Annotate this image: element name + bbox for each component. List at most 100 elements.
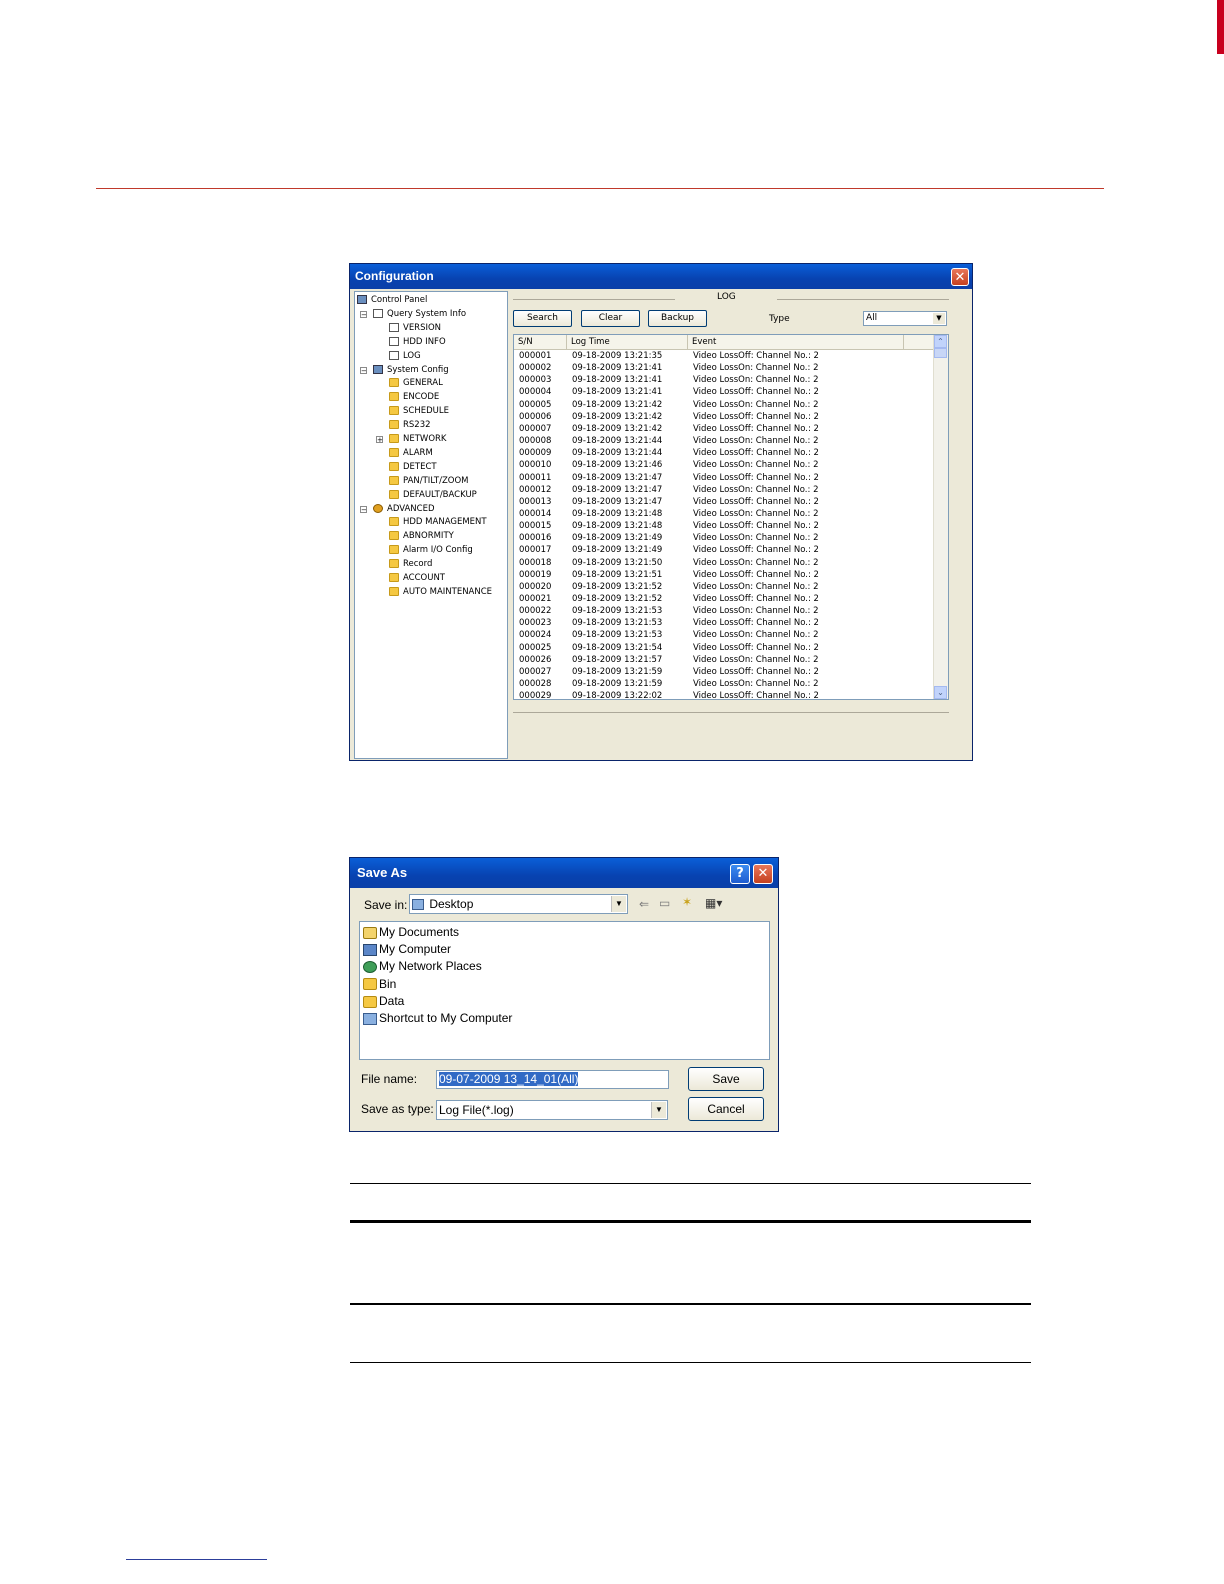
chevron-down-icon[interactable]: ▼ [651,1102,666,1118]
table-row[interactable]: 000022 09-18-2009 13:21:53 Video LossOn: C… [514,605,934,617]
list-item[interactable]: My Computer [363,941,451,958]
search-button[interactable]: Search [513,310,572,327]
cell-log-time: 09-18-2009 13:21:41 [572,375,663,386]
tree-item[interactable]: LOG [389,350,421,363]
save-as-type-label: Save as type: [361,1102,434,1116]
close-icon[interactable]: ✕ [753,864,773,884]
tree-item[interactable]: SCHEDULE [389,405,449,418]
tree-item[interactable]: Query System Info [373,308,466,321]
list-item[interactable]: Bin [363,976,396,993]
cell-event: Video LossOff: Channel No.: 2 [693,594,819,604]
table-row[interactable]: 000014 09-18-2009 13:21:48 Video LossOn: C… [514,508,934,520]
cell-log-time: 09-18-2009 13:21:51 [572,569,663,580]
save-as-type-select[interactable]: Log File(*.log) ▼ [436,1100,668,1120]
scroll-down-icon[interactable]: ⌄ [934,686,947,699]
tree-item[interactable]: DEFAULT/BACKUP [389,489,477,502]
help-icon[interactable]: ? [730,864,750,884]
file-name-field[interactable]: 09-07-2009 13_14_01(All) [436,1070,669,1089]
cell-event: Video LossOff: Channel No.: 2 [693,387,819,398]
table-row[interactable]: 000026 09-18-2009 13:21:57 Video LossOn: C… [514,654,934,666]
tree-item[interactable]: HDD INFO [389,336,446,349]
save-in-contents[interactable]: My Documents My Computer My Network Places… [359,921,770,1060]
tree-item[interactable]: NETWORK [389,433,447,446]
table-row[interactable]: 000023 09-18-2009 13:21:53 Video LossOff: … [514,617,934,629]
table-row[interactable]: 000010 09-18-2009 13:21:46 Video LossOn: C… [514,459,934,471]
configuration-title-bar[interactable]: Configuration [350,264,972,289]
table-row[interactable]: 000018 09-18-2009 13:21:50 Video LossOn: C… [514,557,934,569]
list-item[interactable]: My Network Places [363,958,482,975]
close-icon[interactable]: ✕ [951,268,969,286]
expand-icon[interactable]: + [376,436,383,444]
table-row[interactable]: 000019 09-18-2009 13:21:51 Video LossOff: … [514,569,934,581]
tree-item[interactable]: Record [389,558,432,571]
table-row[interactable]: 000011 09-18-2009 13:21:47 Video LossOff: … [514,472,934,484]
chevron-down-icon[interactable]: ▼ [611,896,626,912]
cell-log-time: 09-18-2009 13:21:59 [572,679,663,690]
list-item[interactable]: My Documents [363,924,459,941]
tree-item[interactable]: GENERAL [389,377,443,390]
table-row[interactable]: 000002 09-18-2009 13:21:41 Video LossOn: C… [514,362,934,374]
table-row[interactable]: 000005 09-18-2009 13:21:42 Video LossOn: C… [514,399,934,411]
tree-item[interactable]: Control Panel [357,294,427,307]
table-row[interactable]: 000015 09-18-2009 13:21:48 Video LossOff: … [514,520,934,532]
tree-item[interactable]: DETECT [389,461,437,474]
type-select[interactable]: All ▼ [863,311,947,326]
table-row[interactable]: 000016 09-18-2009 13:21:49 Video LossOn: C… [514,532,934,544]
vertical-scrollbar[interactable]: ⌃ ⌄ [933,335,948,699]
list-item-label: Bin [379,976,397,991]
collapse-icon[interactable]: − [360,505,367,513]
table-row[interactable]: 000024 09-18-2009 13:21:53 Video LossOn: C… [514,629,934,641]
tree-item[interactable]: HDD MANAGEMENT [389,516,487,529]
table-row[interactable]: 000017 09-18-2009 13:21:49 Video LossOff: … [514,544,934,556]
tree-item[interactable]: ABNORMITY [389,530,454,543]
column-header-log-time[interactable]: Log Time [567,335,688,349]
table-row[interactable]: 000009 09-18-2009 13:21:44 Video LossOff: … [514,447,934,459]
collapse-icon[interactable]: − [360,366,367,374]
save-in-select[interactable]: Desktop ▼ [409,894,628,914]
table-row[interactable]: 000003 09-18-2009 13:21:41 Video LossOn: C… [514,374,934,386]
collapse-icon[interactable]: − [360,310,367,318]
tree-item[interactable]: ACCOUNT [389,572,445,585]
table-row[interactable]: 000006 09-18-2009 13:21:42 Video LossOff: … [514,411,934,423]
new-folder-icon[interactable]: ✶ [682,895,692,909]
save-as-title-bar[interactable]: Save As [350,858,778,888]
tree-item[interactable]: RS232 [389,419,431,432]
table-row[interactable]: 000008 09-18-2009 13:21:44 Video LossOn: C… [514,435,934,447]
table-row[interactable]: 000012 09-18-2009 13:21:47 Video LossOn: C… [514,484,934,496]
tree-item[interactable]: VERSION [389,322,441,335]
backup-button[interactable]: Backup [648,310,707,327]
tree-item[interactable]: ENCODE [389,391,439,404]
tree-item[interactable]: System Config [373,364,449,377]
list-item[interactable]: Data [363,993,404,1010]
table-row[interactable]: 000021 09-18-2009 13:21:52 Video LossOff: … [514,593,934,605]
table-row[interactable]: 000027 09-18-2009 13:21:59 Video LossOff: … [514,666,934,678]
column-header-event[interactable]: Event [688,335,904,349]
tree-item[interactable]: PAN/TILT/ZOOM [389,475,468,488]
up-folder-icon[interactable]: ▭ [659,896,670,910]
table-row[interactable]: 000020 09-18-2009 13:21:52 Video LossOn: C… [514,581,934,593]
list-item[interactable]: Shortcut to My Computer [363,1010,512,1027]
table-row[interactable]: 000028 09-18-2009 13:21:59 Video LossOn: C… [514,678,934,690]
log-list[interactable]: S/N Log Time Event 000001 09-18-2009 13:2… [513,334,949,700]
table-bottom-rule [350,1362,1031,1363]
view-menu-icon[interactable]: ▦▾ [705,896,722,910]
table-row[interactable]: 000025 09-18-2009 13:21:54 Video LossOff: … [514,642,934,654]
back-arrow-icon[interactable]: ⇐ [639,897,649,911]
scroll-up-icon[interactable]: ⌃ [934,335,947,348]
cancel-button[interactable]: Cancel [688,1097,764,1121]
table-row[interactable]: 000013 09-18-2009 13:21:47 Video LossOff: … [514,496,934,508]
tree-item[interactable]: ADVANCED [373,503,435,516]
clear-button[interactable]: Clear [581,310,640,327]
column-header-sn[interactable]: S/N [514,335,567,349]
chevron-down-icon[interactable]: ▼ [933,313,945,324]
tree-item[interactable]: AUTO MAINTENANCE [389,586,492,599]
table-row[interactable]: 000004 09-18-2009 13:21:41 Video LossOff: … [514,386,934,398]
tree-item[interactable]: ALARM [389,447,433,460]
save-button[interactable]: Save [688,1067,764,1091]
cell-event: Video LossOff: Channel No.: 2 [693,642,819,653]
table-row[interactable]: 000029 09-18-2009 13:22:02 Video LossOff: … [514,690,934,699]
table-row[interactable]: 000007 09-18-2009 13:21:42 Video LossOff: … [514,423,934,435]
table-row[interactable]: 000001 09-18-2009 13:21:35 Video LossOff: … [514,350,934,362]
scrollbar-thumb[interactable] [934,348,947,358]
tree-item[interactable]: Alarm I/O Config [389,544,473,557]
